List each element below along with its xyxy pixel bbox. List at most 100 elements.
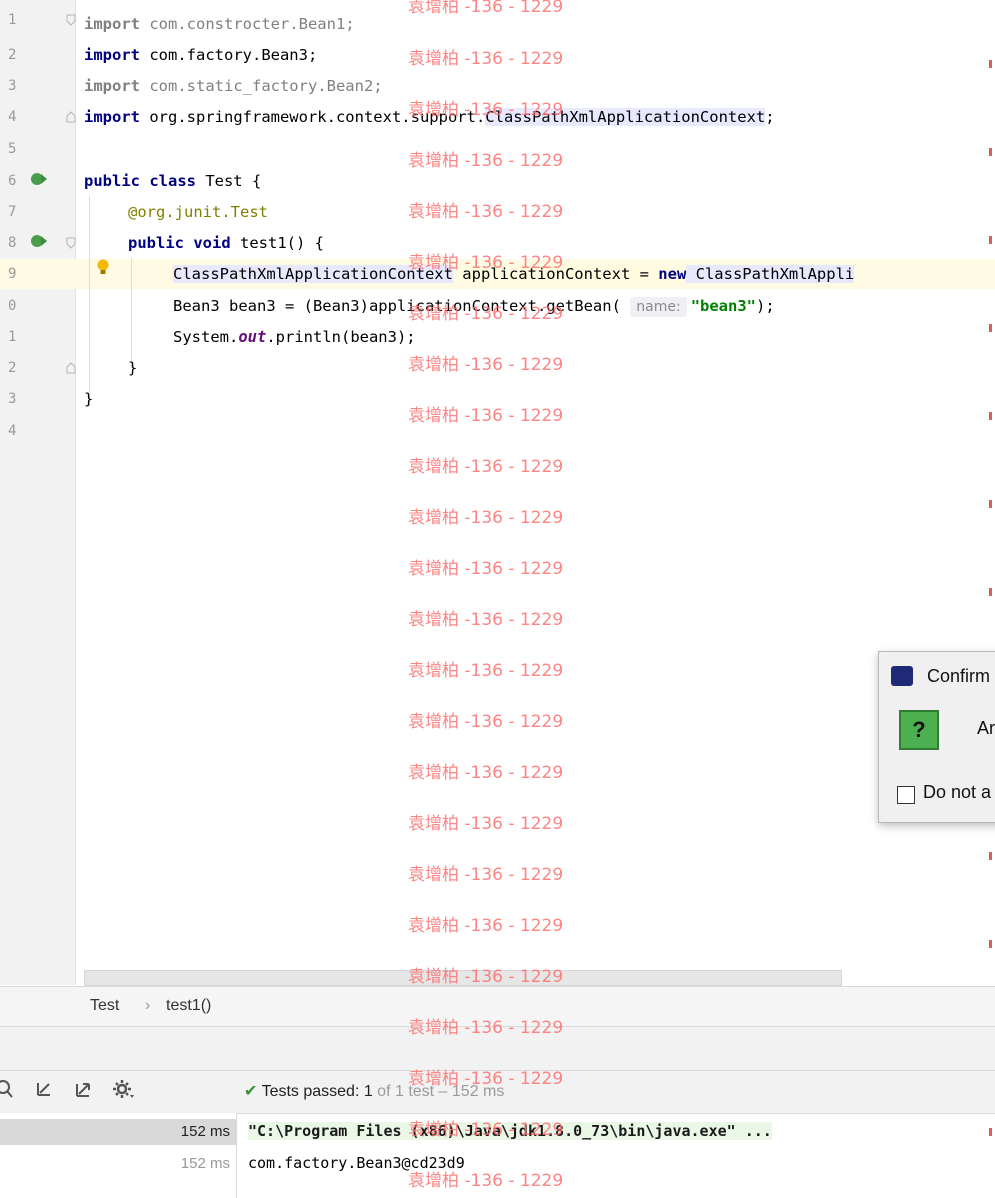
watermark-text: 袁增柏 -136 - 1229 bbox=[408, 508, 564, 528]
test-tree: 152 ms 152 ms bbox=[0, 1113, 237, 1198]
test-tree-row[interactable]: 152 ms bbox=[0, 1151, 236, 1177]
line-number: 0 bbox=[8, 298, 17, 314]
code-text: .println(bean3); bbox=[266, 328, 416, 346]
run-test-icon[interactable] bbox=[30, 170, 48, 188]
watermark-text: 袁增柏 -136 - 1229 bbox=[408, 49, 564, 69]
console-output-line: com.factory.Bean3@cd23d9 bbox=[248, 1154, 465, 1172]
code-text-highlighted: ClassPathXmlApplicationContext bbox=[485, 108, 766, 126]
watermark-text: 袁增柏 -136 - 1229 bbox=[408, 712, 564, 732]
code-text-highlighted: ClassPathXmlApplicationContext bbox=[173, 265, 453, 283]
error-stripe-mark[interactable] bbox=[989, 500, 992, 508]
watermark-text: 袁增柏 -136 - 1229 bbox=[408, 151, 564, 171]
watermark-text: 袁增柏 -136 - 1229 bbox=[408, 814, 564, 834]
keyword: import bbox=[84, 46, 140, 64]
dialog-title: Confirm bbox=[927, 666, 991, 686]
watermark-text: 袁增柏 -136 - 1229 bbox=[408, 406, 564, 426]
line-number: 9 bbox=[8, 266, 17, 282]
fold-marker-icon[interactable] bbox=[66, 237, 76, 249]
code-line-annotation[interactable]: @org.junit.Test bbox=[128, 202, 268, 222]
code-line-println[interactable]: System.out.println(bean3); bbox=[173, 327, 416, 347]
error-stripe-mark[interactable] bbox=[989, 236, 992, 244]
code-line-method[interactable]: public void test1() { bbox=[128, 233, 324, 253]
static-field: out bbox=[238, 328, 267, 346]
code-line-import[interactable]: import com.static_factory.Bean2; bbox=[84, 76, 383, 96]
test-status: ✔ Tests passed: 1 of 1 test – 152 ms bbox=[244, 1081, 504, 1101]
watermark-text: 袁增柏 -136 - 1229 bbox=[408, 559, 564, 579]
keyword: import bbox=[84, 77, 140, 95]
code-line-import[interactable]: import org.springframework.context.suppo… bbox=[84, 107, 775, 127]
keyword: public class bbox=[84, 172, 196, 190]
code-text: test1() { bbox=[230, 234, 324, 252]
error-stripe-mark[interactable] bbox=[989, 588, 992, 596]
collapse-all-icon[interactable] bbox=[34, 1079, 52, 1105]
code-text: ClassPathXmlAppli bbox=[686, 265, 855, 283]
code-line-import[interactable]: import com.constrocter.Bean1; bbox=[84, 14, 355, 34]
code-line-import[interactable]: import com.factory.Bean3; bbox=[84, 45, 317, 65]
code-text: applicationContext = bbox=[452, 265, 659, 283]
code-line-close-brace[interactable]: } bbox=[84, 389, 93, 409]
expand-all-icon[interactable] bbox=[74, 1079, 92, 1105]
test-status-meta: of 1 test – 152 ms bbox=[372, 1083, 505, 1100]
annotation-prefix: @org.junit. bbox=[128, 203, 231, 221]
code-line-getbean[interactable]: Bean3 bean3 = (Bean3)applicationContext.… bbox=[173, 296, 775, 317]
line-number: 4 bbox=[8, 109, 17, 125]
line-number: 2 bbox=[8, 47, 17, 63]
run-test-icon[interactable] bbox=[30, 232, 48, 250]
code-text: Bean3 bean3 = (Bean3)applicationContext.… bbox=[173, 297, 631, 315]
indent-guide bbox=[131, 258, 132, 368]
annotation-name: Test bbox=[230, 203, 268, 221]
search-icon[interactable] bbox=[0, 1079, 14, 1105]
app-logo-icon bbox=[891, 666, 913, 686]
keyword: import bbox=[84, 15, 140, 33]
watermark-text: 袁增柏 -136 - 1229 bbox=[408, 661, 564, 681]
breadcrumb-method[interactable]: test1() bbox=[166, 997, 211, 1015]
code-text: Test { bbox=[195, 172, 262, 190]
watermark-text: 袁增柏 -136 - 1229 bbox=[408, 355, 564, 375]
code-text: com.constrocter.Bean1; bbox=[140, 15, 355, 33]
test-tree-row[interactable]: 152 ms bbox=[0, 1119, 236, 1145]
code-text: com.factory.Bean3; bbox=[140, 46, 318, 64]
code-text: ; bbox=[765, 108, 775, 126]
do-not-ask-checkbox[interactable] bbox=[897, 786, 915, 804]
question-icon: ? bbox=[899, 710, 939, 750]
fold-marker-icon[interactable] bbox=[66, 111, 76, 123]
line-number: 1 bbox=[8, 12, 17, 28]
watermark-text: 袁增柏 -136 - 1229 bbox=[408, 916, 564, 936]
line-number: 1 bbox=[8, 329, 17, 345]
error-stripe-mark[interactable] bbox=[989, 324, 992, 332]
breadcrumb: Test › test1() bbox=[0, 986, 995, 1027]
error-stripe-mark[interactable] bbox=[989, 412, 992, 420]
gear-icon[interactable] bbox=[112, 1079, 134, 1105]
error-stripe-mark[interactable] bbox=[989, 940, 992, 948]
line-number: 3 bbox=[8, 78, 17, 94]
dialog-message: Ar bbox=[977, 718, 995, 738]
breadcrumb-class[interactable]: Test bbox=[90, 997, 119, 1015]
watermark-text: 袁增柏 -136 - 1229 bbox=[408, 865, 564, 885]
lightbulb-icon[interactable] bbox=[96, 259, 110, 275]
console-command-line: "C:\Program Files (x86)\Java\jdk1.8.0_73… bbox=[248, 1122, 772, 1140]
run-toolbar: ✔ Tests passed: 1 of 1 test – 152 ms bbox=[0, 1070, 995, 1114]
checkbox-label[interactable]: Do not a bbox=[923, 782, 991, 803]
watermark-text: 袁增柏 -136 - 1229 bbox=[408, 0, 564, 17]
code-line-class[interactable]: public class Test { bbox=[84, 171, 261, 191]
watermark-text: 袁增柏 -136 - 1229 bbox=[408, 610, 564, 630]
horizontal-scrollbar[interactable] bbox=[84, 970, 842, 986]
confirm-dialog: Confirm ? Ar Do not a bbox=[878, 651, 995, 823]
error-stripe-mark[interactable] bbox=[989, 148, 992, 156]
fold-marker-icon[interactable] bbox=[66, 362, 76, 374]
line-number: 4 bbox=[8, 423, 17, 439]
line-number: 2 bbox=[8, 360, 17, 376]
test-status-label: Tests passed: 1 bbox=[261, 1083, 373, 1100]
code-line-close-brace[interactable]: } bbox=[128, 358, 137, 378]
console-output[interactable]: "C:\Program Files (x86)\Java\jdk1.8.0_73… bbox=[238, 1113, 995, 1198]
error-stripe-mark[interactable] bbox=[989, 852, 992, 860]
keyword: public void bbox=[128, 234, 231, 252]
line-number: 5 bbox=[8, 141, 17, 157]
keyword: new bbox=[658, 265, 687, 283]
gutter-separator bbox=[75, 0, 76, 985]
fold-marker-icon[interactable] bbox=[66, 14, 76, 26]
code-text: com.static_factory.Bean2; bbox=[140, 77, 383, 95]
code-text: org.springframework.context.support. bbox=[140, 108, 486, 126]
error-stripe-mark[interactable] bbox=[989, 60, 992, 68]
code-line-context[interactable]: ClassPathXmlApplicationContext applicati… bbox=[173, 264, 855, 284]
